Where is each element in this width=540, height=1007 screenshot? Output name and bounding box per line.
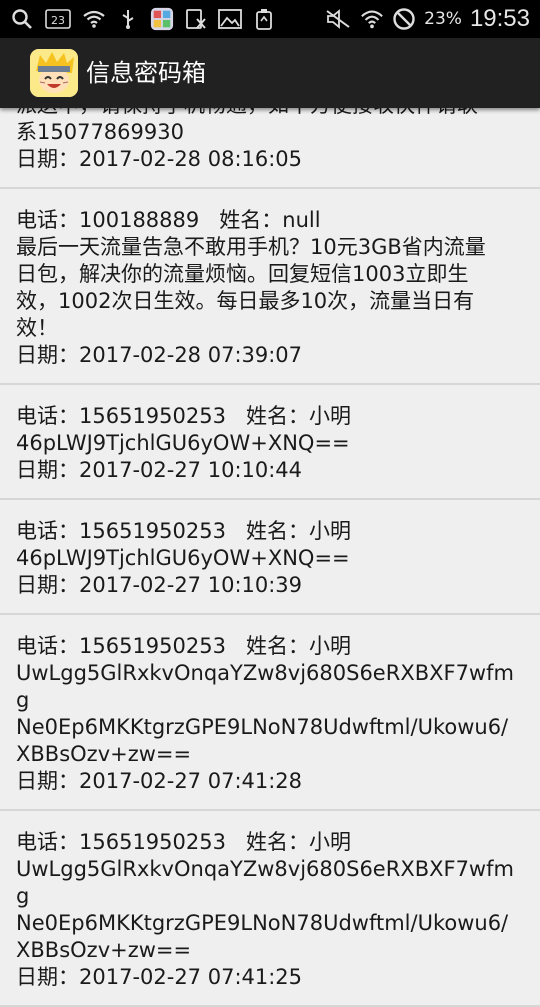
message-body: XBBsOzv+zw== — [16, 742, 192, 766]
no-signal-icon — [392, 8, 416, 30]
status-bar-system: 23% 19:53 — [324, 0, 530, 38]
message-body: 最后一天流量告急不敢用手机？10元3GB省内流量 — [16, 235, 486, 259]
cleaner-icon — [252, 8, 276, 30]
sim-badge-text: 23 — [51, 14, 65, 27]
message-body: 46pLWJ9TjchlGU6yOW+XNQ== — [16, 546, 350, 570]
message-body: 日包，解决你的流量烦恼。回复短信1003立即生 — [16, 262, 469, 286]
message-body: UwLgg5GlRxkvOnqaYZw8vj680S6eRXBXF7wfmg — [16, 857, 514, 908]
no-sim-icon — [184, 8, 208, 30]
message-sender: 电话：15651950253 姓名：小明 — [16, 634, 351, 658]
message-body: 效，1002次日生效。每日最多10次，流量当日有 — [16, 289, 475, 313]
message-list-item[interactable]: 电话：15651950253 姓名：小明 UwLgg5GlRxkvOnqaYZw8… — [0, 615, 540, 811]
search-icon — [10, 8, 34, 30]
sim-card-icon: 23 — [44, 8, 72, 30]
message-date: 日期：2017-02-27 07:41:28 — [16, 769, 303, 793]
message-date: 日期：2017-02-28 08:16:05 — [16, 147, 303, 171]
battery-percentage: 23% — [424, 9, 462, 29]
message-date: 日期：2017-02-27 10:10:44 — [16, 458, 303, 482]
status-bar: 23 23% 19:53 — [0, 0, 540, 38]
clock: 19:53 — [469, 5, 530, 32]
wifi-signal-icon — [360, 8, 384, 30]
message-body: 系15077869930 — [16, 120, 184, 144]
message-list-item[interactable]: 电话：15651950253 姓名：小明 46pLWJ9TjchlGU6yOW+X… — [0, 500, 540, 615]
message-date: 日期：2017-02-27 07:41:25 — [16, 965, 303, 989]
gallery-icon — [218, 8, 242, 30]
usb-icon — [116, 8, 140, 30]
wifi-icon — [82, 8, 106, 30]
app-title: 信息密码箱 — [86, 59, 206, 87]
message-body: 效！ — [16, 316, 58, 340]
message-body: Ne0Ep6MKKtgrzGPE9LNoN78Udwftml/Ukowu6/ — [16, 715, 509, 739]
message-date: 日期：2017-02-27 10:10:39 — [16, 573, 303, 597]
message-list-item[interactable]: 电话：100188889 姓名：null 最后一天流量告急不敢用手机？10元3GB… — [0, 189, 540, 385]
status-bar-notifications: 23 — [10, 0, 276, 38]
message-date: 日期：2017-02-28 07:39:07 — [16, 343, 303, 367]
app-logo-icon[interactable] — [30, 49, 78, 97]
message-list-item[interactable]: 电话：15651950253 姓名：小明 UwLgg5GlRxkvOnqaYZw8… — [0, 811, 540, 1007]
message-sender: 电话：100188889 姓名：null — [16, 208, 321, 232]
message-sender: 电话：15651950253 姓名：小明 — [16, 830, 351, 854]
app-bar: 信息密码箱 — [0, 38, 540, 108]
message-sender: 电话：15651950253 姓名：小明 — [16, 519, 351, 543]
message-body: Ne0Ep6MKKtgrzGPE9LNoN78Udwftml/Ukowu6/ — [16, 911, 509, 935]
message-body: UwLgg5GlRxkvOnqaYZw8vj680S6eRXBXF7wfmg — [16, 661, 514, 712]
app-store-icon — [150, 7, 174, 31]
message-list-item[interactable]: 电话：15651950253 姓名：小明 46pLWJ9TjchlGU6yOW+X… — [0, 385, 540, 500]
message-list[interactable]: 派送中，请保持手机畅通，如不方便接收快件请联系15077869930日期：201… — [0, 84, 540, 1007]
message-sender: 电话：15651950253 姓名：小明 — [16, 404, 351, 428]
message-body: 46pLWJ9TjchlGU6yOW+XNQ== — [16, 431, 350, 455]
mute-icon — [324, 8, 352, 30]
